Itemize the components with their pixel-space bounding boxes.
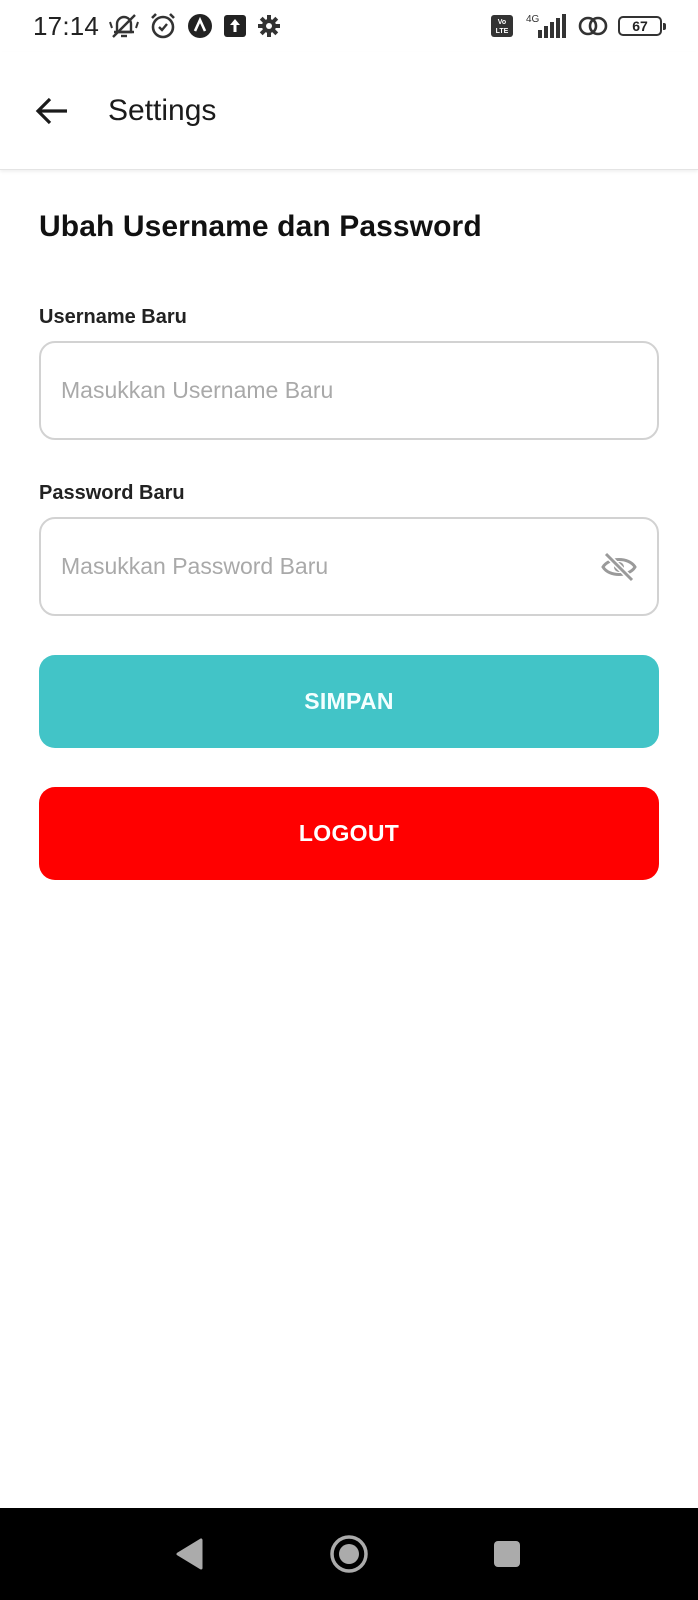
password-visibility-toggle[interactable] <box>601 551 637 583</box>
mute-icon <box>109 12 140 40</box>
battery-level: 67 <box>632 18 648 34</box>
nav-home-icon <box>330 1535 368 1573</box>
settings-form: Ubah Username dan Password Username Baru… <box>39 210 659 880</box>
status-left: 17:14 <box>33 11 281 42</box>
volte-icon: Vo LTE <box>490 14 514 38</box>
battery-icon: 67 <box>618 16 666 36</box>
password-label: Password Baru <box>39 482 185 504</box>
username-input[interactable] <box>61 377 637 404</box>
section-title: Ubah Username dan Password <box>39 210 482 243</box>
alarm-icon <box>149 12 177 40</box>
save-button[interactable]: SIMPAN <box>39 655 659 748</box>
nav-home-button[interactable] <box>329 1534 369 1574</box>
settings-gear-icon <box>257 14 281 38</box>
back-button[interactable] <box>34 93 70 129</box>
status-bar: 17:14 Vo LTE 4G 67 <box>0 0 698 52</box>
logout-button[interactable]: LOGOUT <box>39 787 659 880</box>
nav-back-button[interactable] <box>169 1534 209 1574</box>
app-bar: Settings <box>0 52 698 170</box>
navigation-app-icon <box>187 13 213 39</box>
arrow-left-icon <box>35 97 67 124</box>
status-right: Vo LTE 4G 67 <box>490 12 666 40</box>
upload-icon <box>223 14 247 38</box>
system-nav-bar <box>0 1508 698 1600</box>
password-field-container <box>39 517 659 616</box>
svg-text:LTE: LTE <box>496 28 509 35</box>
status-time: 17:14 <box>33 10 100 41</box>
nav-back-icon <box>176 1538 203 1570</box>
settings-screen: 17:14 Vo LTE 4G 67 Settings Ubah Usernam… <box>0 0 698 1600</box>
nav-recents-button[interactable] <box>487 1534 527 1574</box>
username-field-container <box>39 341 659 440</box>
password-input[interactable] <box>61 553 637 580</box>
page-title: Settings <box>108 93 217 127</box>
signal-4g-icon: 4G <box>524 12 568 40</box>
username-label: Username Baru <box>39 306 187 328</box>
eye-off-icon <box>601 551 637 583</box>
svg-text:Vo: Vo <box>498 19 506 26</box>
network-type-label: 4G <box>526 14 540 25</box>
nav-recents-icon <box>494 1541 520 1567</box>
hotspot-icon <box>578 14 608 38</box>
